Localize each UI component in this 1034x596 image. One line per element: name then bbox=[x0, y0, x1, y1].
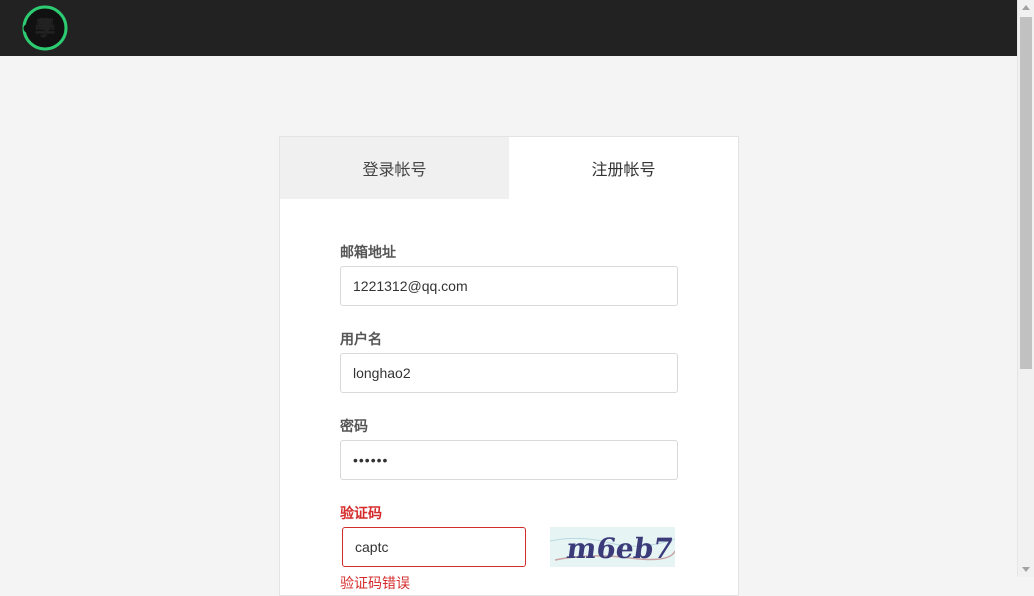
password-field[interactable] bbox=[340, 440, 678, 480]
auth-card: 登录帐号 注册帐号 邮箱地址 用户名 密码 验证码 m6eb7 验证码错误 bbox=[279, 136, 739, 596]
captcha-error-message: 验证码错误 bbox=[340, 575, 410, 591]
captcha-image-graphic: m6eb7 bbox=[550, 527, 675, 567]
email-label: 邮箱地址 bbox=[340, 244, 396, 260]
captcha-image[interactable]: m6eb7 bbox=[550, 527, 675, 567]
scroll-down-arrow-icon[interactable] bbox=[1022, 567, 1030, 572]
scroll-up-arrow-icon[interactable] bbox=[1022, 5, 1030, 10]
auth-tabs: 登录帐号 注册帐号 bbox=[280, 137, 738, 199]
tab-register[interactable]: 注册帐号 bbox=[509, 137, 738, 199]
password-label: 密码 bbox=[340, 418, 368, 434]
email-field[interactable] bbox=[340, 266, 678, 306]
site-logo[interactable]: 學 bbox=[21, 4, 69, 52]
scrollbar-thumb[interactable] bbox=[1020, 17, 1032, 369]
logo-icon: 學 bbox=[22, 5, 68, 51]
username-field[interactable] bbox=[340, 353, 678, 393]
top-nav-bar: 學 bbox=[0, 0, 1017, 56]
page-scrollbar[interactable] bbox=[1017, 0, 1034, 577]
captcha-image-text: m6eb7 bbox=[565, 532, 675, 565]
captcha-field[interactable] bbox=[342, 527, 526, 567]
logo-text: 學 bbox=[35, 16, 55, 40]
captcha-label: 验证码 bbox=[340, 505, 382, 521]
tab-login[interactable]: 登录帐号 bbox=[280, 137, 509, 199]
username-label: 用户名 bbox=[340, 331, 382, 347]
